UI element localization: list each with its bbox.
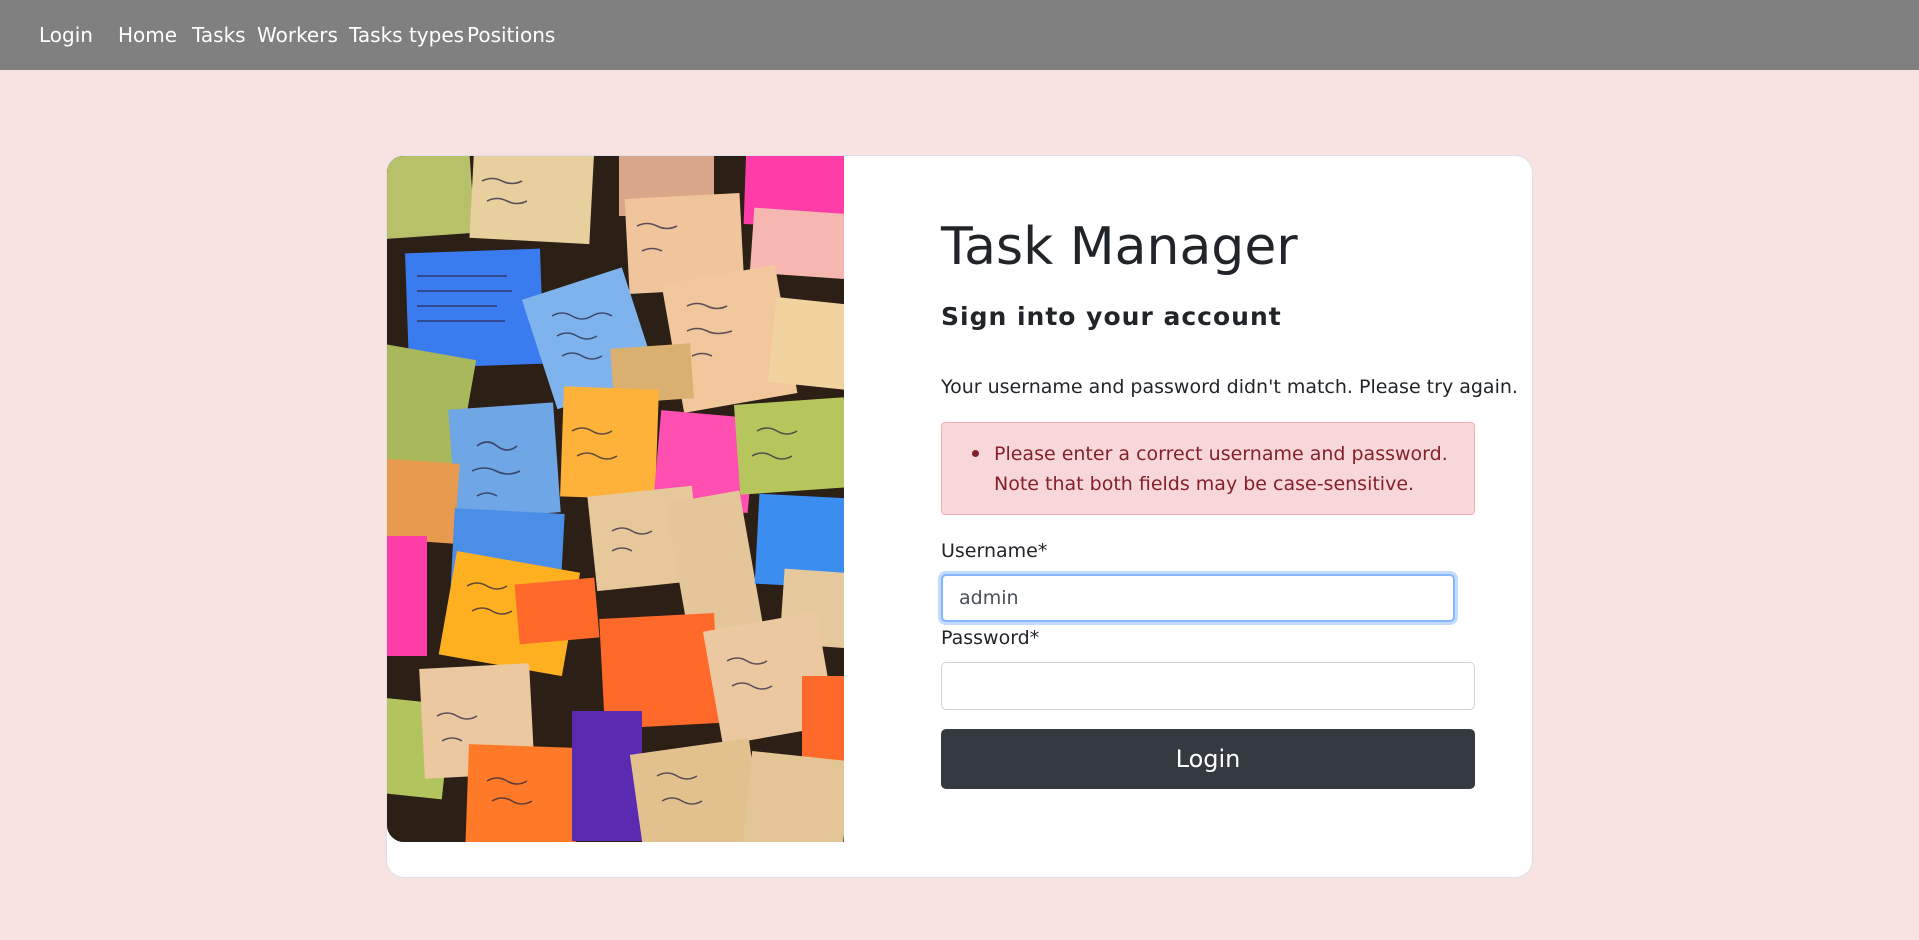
error-list-item: Please enter a correct username and pass…	[972, 439, 1454, 499]
password-label: Password*	[941, 627, 1040, 649]
nav-login-link[interactable]: Login	[39, 23, 93, 47]
username-label: Username*	[941, 540, 1048, 562]
sticky-notes-image	[387, 156, 844, 842]
bullet-icon	[972, 450, 979, 457]
nav-tasks-link[interactable]: Tasks	[192, 23, 246, 47]
page-subtitle: Sign into your account	[941, 302, 1282, 331]
error-list-line2: Note that both fields may be case-sensit…	[994, 473, 1415, 495]
nav-home-link[interactable]: Home	[118, 23, 177, 47]
error-message: Your username and password didn't match.…	[941, 376, 1518, 398]
nav-tasks-types-link[interactable]: Tasks types	[349, 23, 464, 47]
login-card: Task Manager Sign into your account Your…	[386, 155, 1533, 878]
username-input[interactable]	[941, 574, 1455, 622]
nav-workers-link[interactable]: Workers	[257, 23, 338, 47]
navbar: Login Home Tasks Workers Tasks types Pos…	[0, 0, 1919, 70]
error-list-line1: Please enter a correct username and pass…	[994, 443, 1448, 465]
nav-positions-link[interactable]: Positions	[467, 23, 555, 47]
error-alert: Please enter a correct username and pass…	[941, 422, 1475, 515]
page-title: Task Manager	[941, 217, 1298, 277]
login-button[interactable]: Login	[941, 729, 1475, 789]
error-list: Please enter a correct username and pass…	[972, 439, 1454, 499]
password-input[interactable]	[941, 662, 1475, 710]
